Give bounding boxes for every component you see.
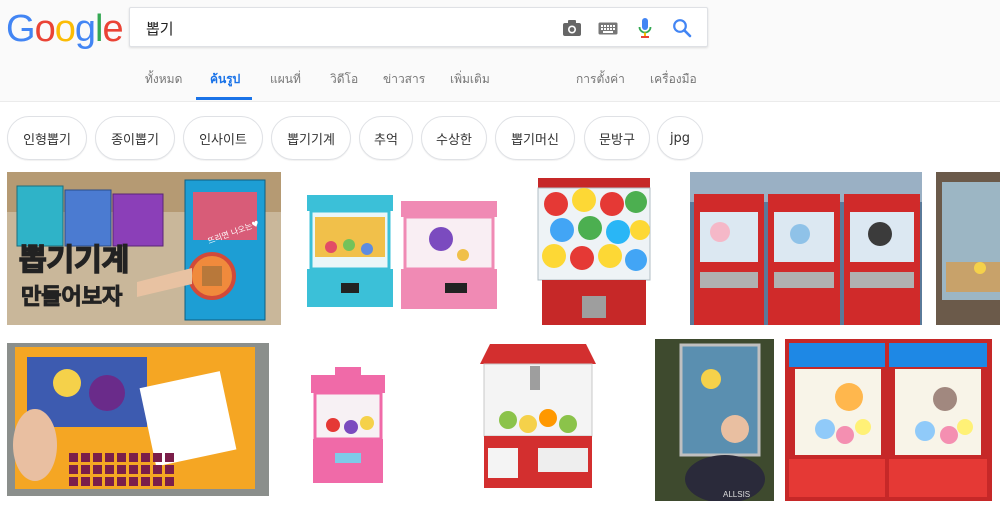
tab-news[interactable]: ข่าวสาร [383, 70, 425, 89]
image-result[interactable] [7, 343, 269, 496]
header: Google 뽑기 ทั้งหมด ค้นรูป แผนที่ วิดีโอ ข… [0, 0, 1000, 102]
search-icon[interactable] [670, 16, 694, 40]
image-result[interactable] [690, 172, 922, 325]
search-input[interactable]: 뽑기 [146, 18, 174, 39]
keyboard-icon[interactable] [596, 16, 620, 40]
chip-jongi-ppopgi[interactable]: 종이뽑기 [95, 116, 175, 160]
chip-ppopgi-meosin[interactable]: 뽑기머신 [495, 116, 575, 160]
related-search-chips: 인형뽑기 종이뽑기 인사이트 뽑기기계 추억 수상한 뽑기머신 문방구 jpg [0, 116, 1000, 160]
logo-letter: G [6, 8, 36, 50]
image-caption-line1: 뽑기기계 [19, 243, 129, 278]
chip-memory[interactable]: 추억 [359, 116, 413, 160]
logo-letter: o [54, 8, 76, 50]
chip-inhyeong-ppopgi[interactable]: 인형뽑기 [7, 116, 87, 160]
search-box[interactable]: 뽑기 [129, 7, 708, 47]
tab-more[interactable]: เพิ่มเติม [450, 70, 490, 89]
google-logo[interactable]: Google [6, 8, 124, 51]
chip-ppopgi-machine[interactable]: 뽑기기계 [271, 116, 351, 160]
tab-videos[interactable]: วิดีโอ [330, 70, 358, 89]
logo-letter: l [94, 8, 104, 50]
tools-link[interactable]: เครื่องมือ [650, 70, 697, 89]
image-result[interactable] [478, 340, 598, 492]
image-result[interactable] [785, 339, 992, 501]
active-tab-indicator [196, 97, 252, 100]
chip-jpg[interactable]: jpg [657, 116, 703, 160]
chip-suspicious[interactable]: 수상한 [421, 116, 487, 160]
microphone-icon[interactable] [633, 16, 657, 40]
logo-letter: g [74, 8, 96, 50]
settings-link[interactable]: การตั้งค่า [576, 70, 625, 89]
watermark-text: ALLSIS [723, 490, 750, 499]
image-caption-line2: 만들어보자 [21, 285, 123, 310]
image-result[interactable] [532, 172, 656, 325]
image-result[interactable]: 뽑기기계 만들어보자 뜨리면 나오는♥ [7, 172, 281, 325]
image-result[interactable] [305, 365, 391, 489]
tab-images[interactable]: ค้นรูป [210, 70, 240, 89]
camera-icon[interactable] [560, 16, 584, 40]
logo-letter: e [102, 8, 123, 50]
chip-stationery[interactable]: 문방구 [584, 116, 650, 160]
chip-insight[interactable]: 인사이트 [183, 116, 263, 160]
image-result[interactable] [936, 172, 1000, 325]
search-tabs: ทั้งหมด ค้นรูป แผนที่ วิดีโอ ข่าวสาร เพิ… [0, 60, 1000, 102]
tab-all[interactable]: ทั้งหมด [145, 70, 182, 89]
image-result[interactable]: ALLSIS [655, 339, 774, 501]
tab-maps[interactable]: แผนที่ [270, 70, 301, 89]
logo-letter: o [34, 8, 56, 50]
image-result[interactable] [301, 187, 503, 315]
